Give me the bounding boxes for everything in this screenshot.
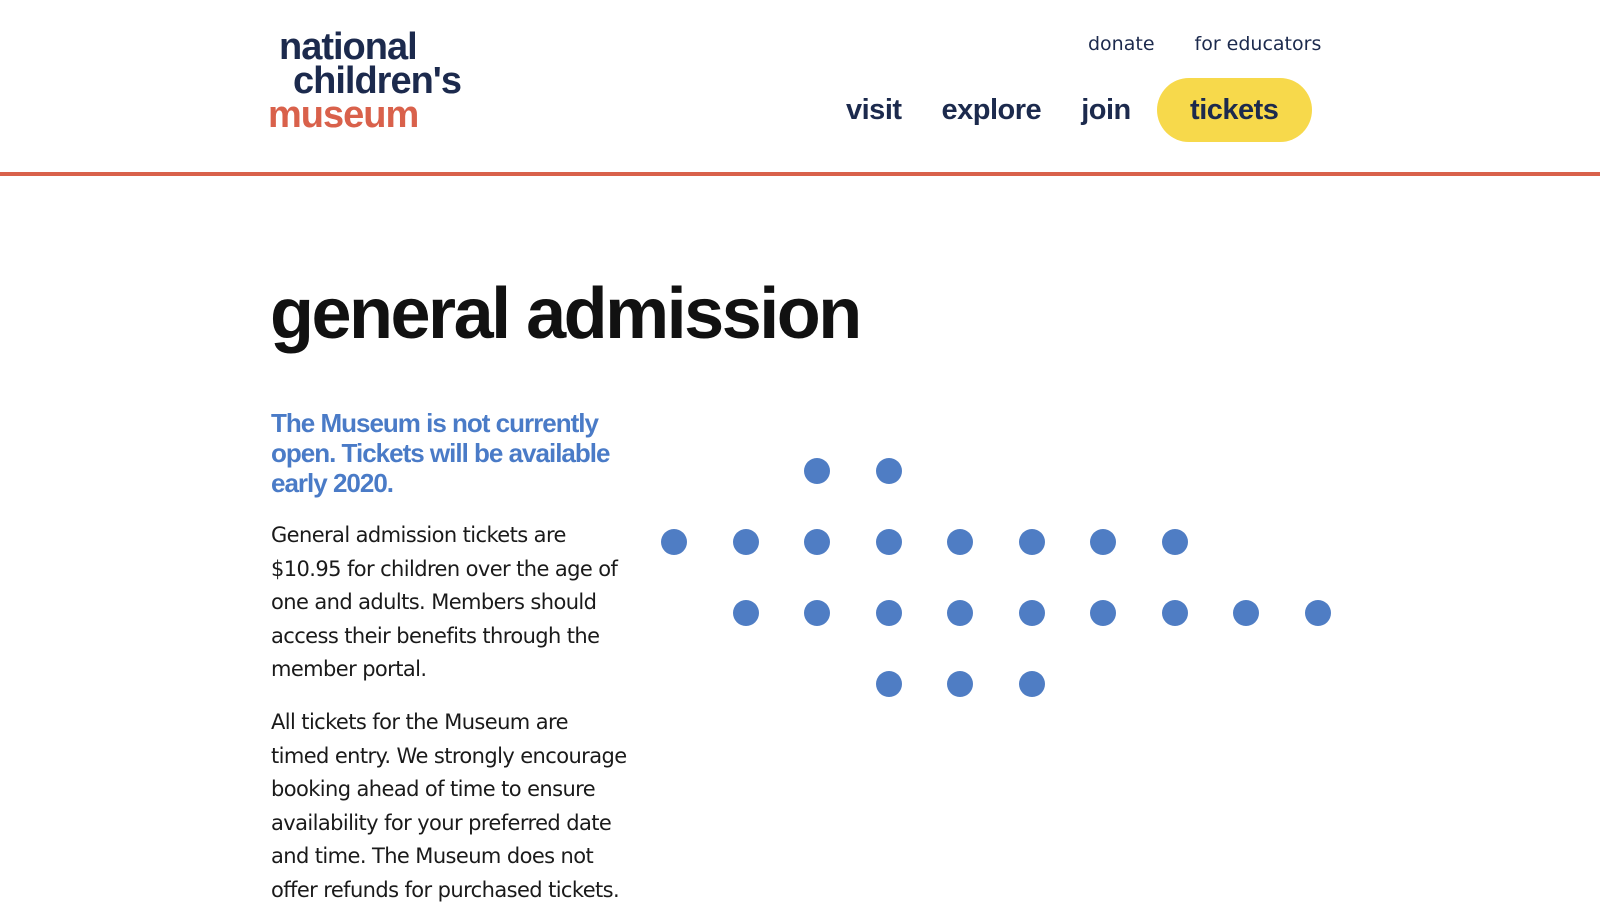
nav-link-explore[interactable]: explore	[942, 78, 1042, 142]
page-title: general admission	[270, 274, 862, 354]
decorative-dot	[804, 600, 830, 626]
header-divider	[0, 172, 1600, 176]
decorative-dot	[1090, 529, 1116, 555]
decorative-dot	[1090, 600, 1116, 626]
admission-paragraph: General admission tickets are $10.95 for…	[271, 523, 618, 681]
nav-link-visit[interactable]: visit	[846, 78, 902, 142]
nav-link-for-educators[interactable]: for educators	[1195, 32, 1322, 56]
decorative-dot	[661, 529, 687, 555]
nav-link-donate[interactable]: donate	[1088, 32, 1155, 56]
closure-notice: The Museum is not currently open. Ticket…	[271, 408, 610, 498]
decorative-dot	[1233, 600, 1259, 626]
decorative-dot	[947, 671, 973, 697]
tickets-button[interactable]: tickets	[1156, 78, 1312, 142]
decorative-dot	[875, 458, 902, 484]
site-header: national children's museum donate for ed…	[0, 0, 1600, 176]
decorative-dot	[1161, 600, 1188, 626]
decorative-dot	[804, 458, 830, 484]
decorative-dot	[875, 529, 902, 555]
main-nav: visit explore join tickets	[846, 78, 1312, 142]
decorative-dot	[732, 529, 759, 555]
decorative-dot	[947, 600, 973, 626]
utility-nav: donate for educators	[1088, 32, 1321, 56]
timed-entry-paragraph: All tickets for the Museum are timed ent…	[271, 710, 627, 902]
decorative-dot	[875, 671, 902, 697]
museum-logo[interactable]: national children's museum	[268, 28, 488, 146]
logo-line-museum: museum	[268, 94, 419, 136]
nav-link-join[interactable]: join	[1081, 78, 1131, 142]
decorative-dot	[1018, 600, 1045, 626]
decorative-dot	[875, 600, 902, 626]
decorative-dot	[732, 600, 759, 626]
decorative-dot	[1161, 529, 1188, 555]
decorative-dot	[1304, 600, 1331, 626]
decorative-dot	[1018, 529, 1045, 555]
decorative-dot	[804, 529, 830, 555]
decorative-dot	[947, 529, 973, 555]
decorative-dot	[1018, 671, 1045, 697]
